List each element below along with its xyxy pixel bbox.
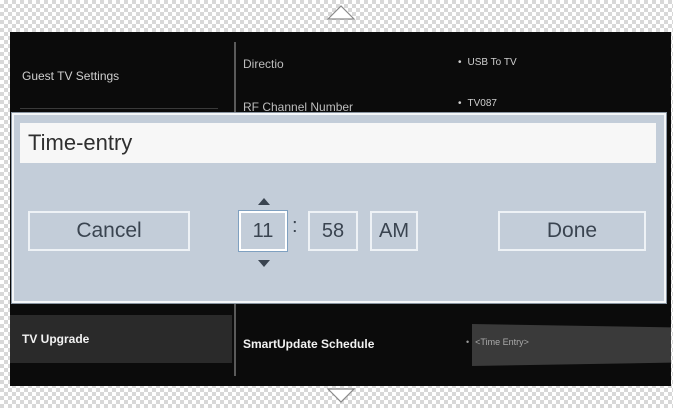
- scroll-up-icon[interactable]: [326, 2, 356, 22]
- sidebar-item-tv-upgrade[interactable]: TV Upgrade: [10, 315, 232, 363]
- time-separator: :: [292, 215, 298, 237]
- setting-label-directio[interactable]: Directio: [243, 57, 284, 71]
- scroll-down-icon[interactable]: [326, 386, 356, 406]
- setting-value-time-entry[interactable]: <Time Entry>: [466, 337, 529, 347]
- caret-up-icon[interactable]: [257, 197, 271, 206]
- ampm-spinner[interactable]: AM: [370, 211, 418, 251]
- time-entry-dialog: Time-entry Cancel 11 : 58 AM Done: [12, 113, 666, 303]
- caret-down-icon[interactable]: [257, 259, 271, 268]
- dialog-title: Time-entry: [20, 123, 656, 163]
- done-button[interactable]: Done: [498, 211, 646, 251]
- setting-value-rf-channel: TV087: [458, 98, 497, 109]
- sidebar-divider: [20, 108, 218, 109]
- sidebar-item-guest-tv-settings[interactable]: Guest TV Settings: [10, 52, 232, 100]
- minute-spinner[interactable]: 58: [308, 211, 358, 251]
- hour-spinner[interactable]: 11: [239, 211, 287, 251]
- setting-label-rf-channel[interactable]: RF Channel Number: [243, 100, 353, 114]
- setting-label-smartupdate-schedule[interactable]: SmartUpdate Schedule: [243, 337, 374, 351]
- setting-value-directio: USB To TV: [458, 57, 517, 68]
- cancel-button[interactable]: Cancel: [28, 211, 190, 251]
